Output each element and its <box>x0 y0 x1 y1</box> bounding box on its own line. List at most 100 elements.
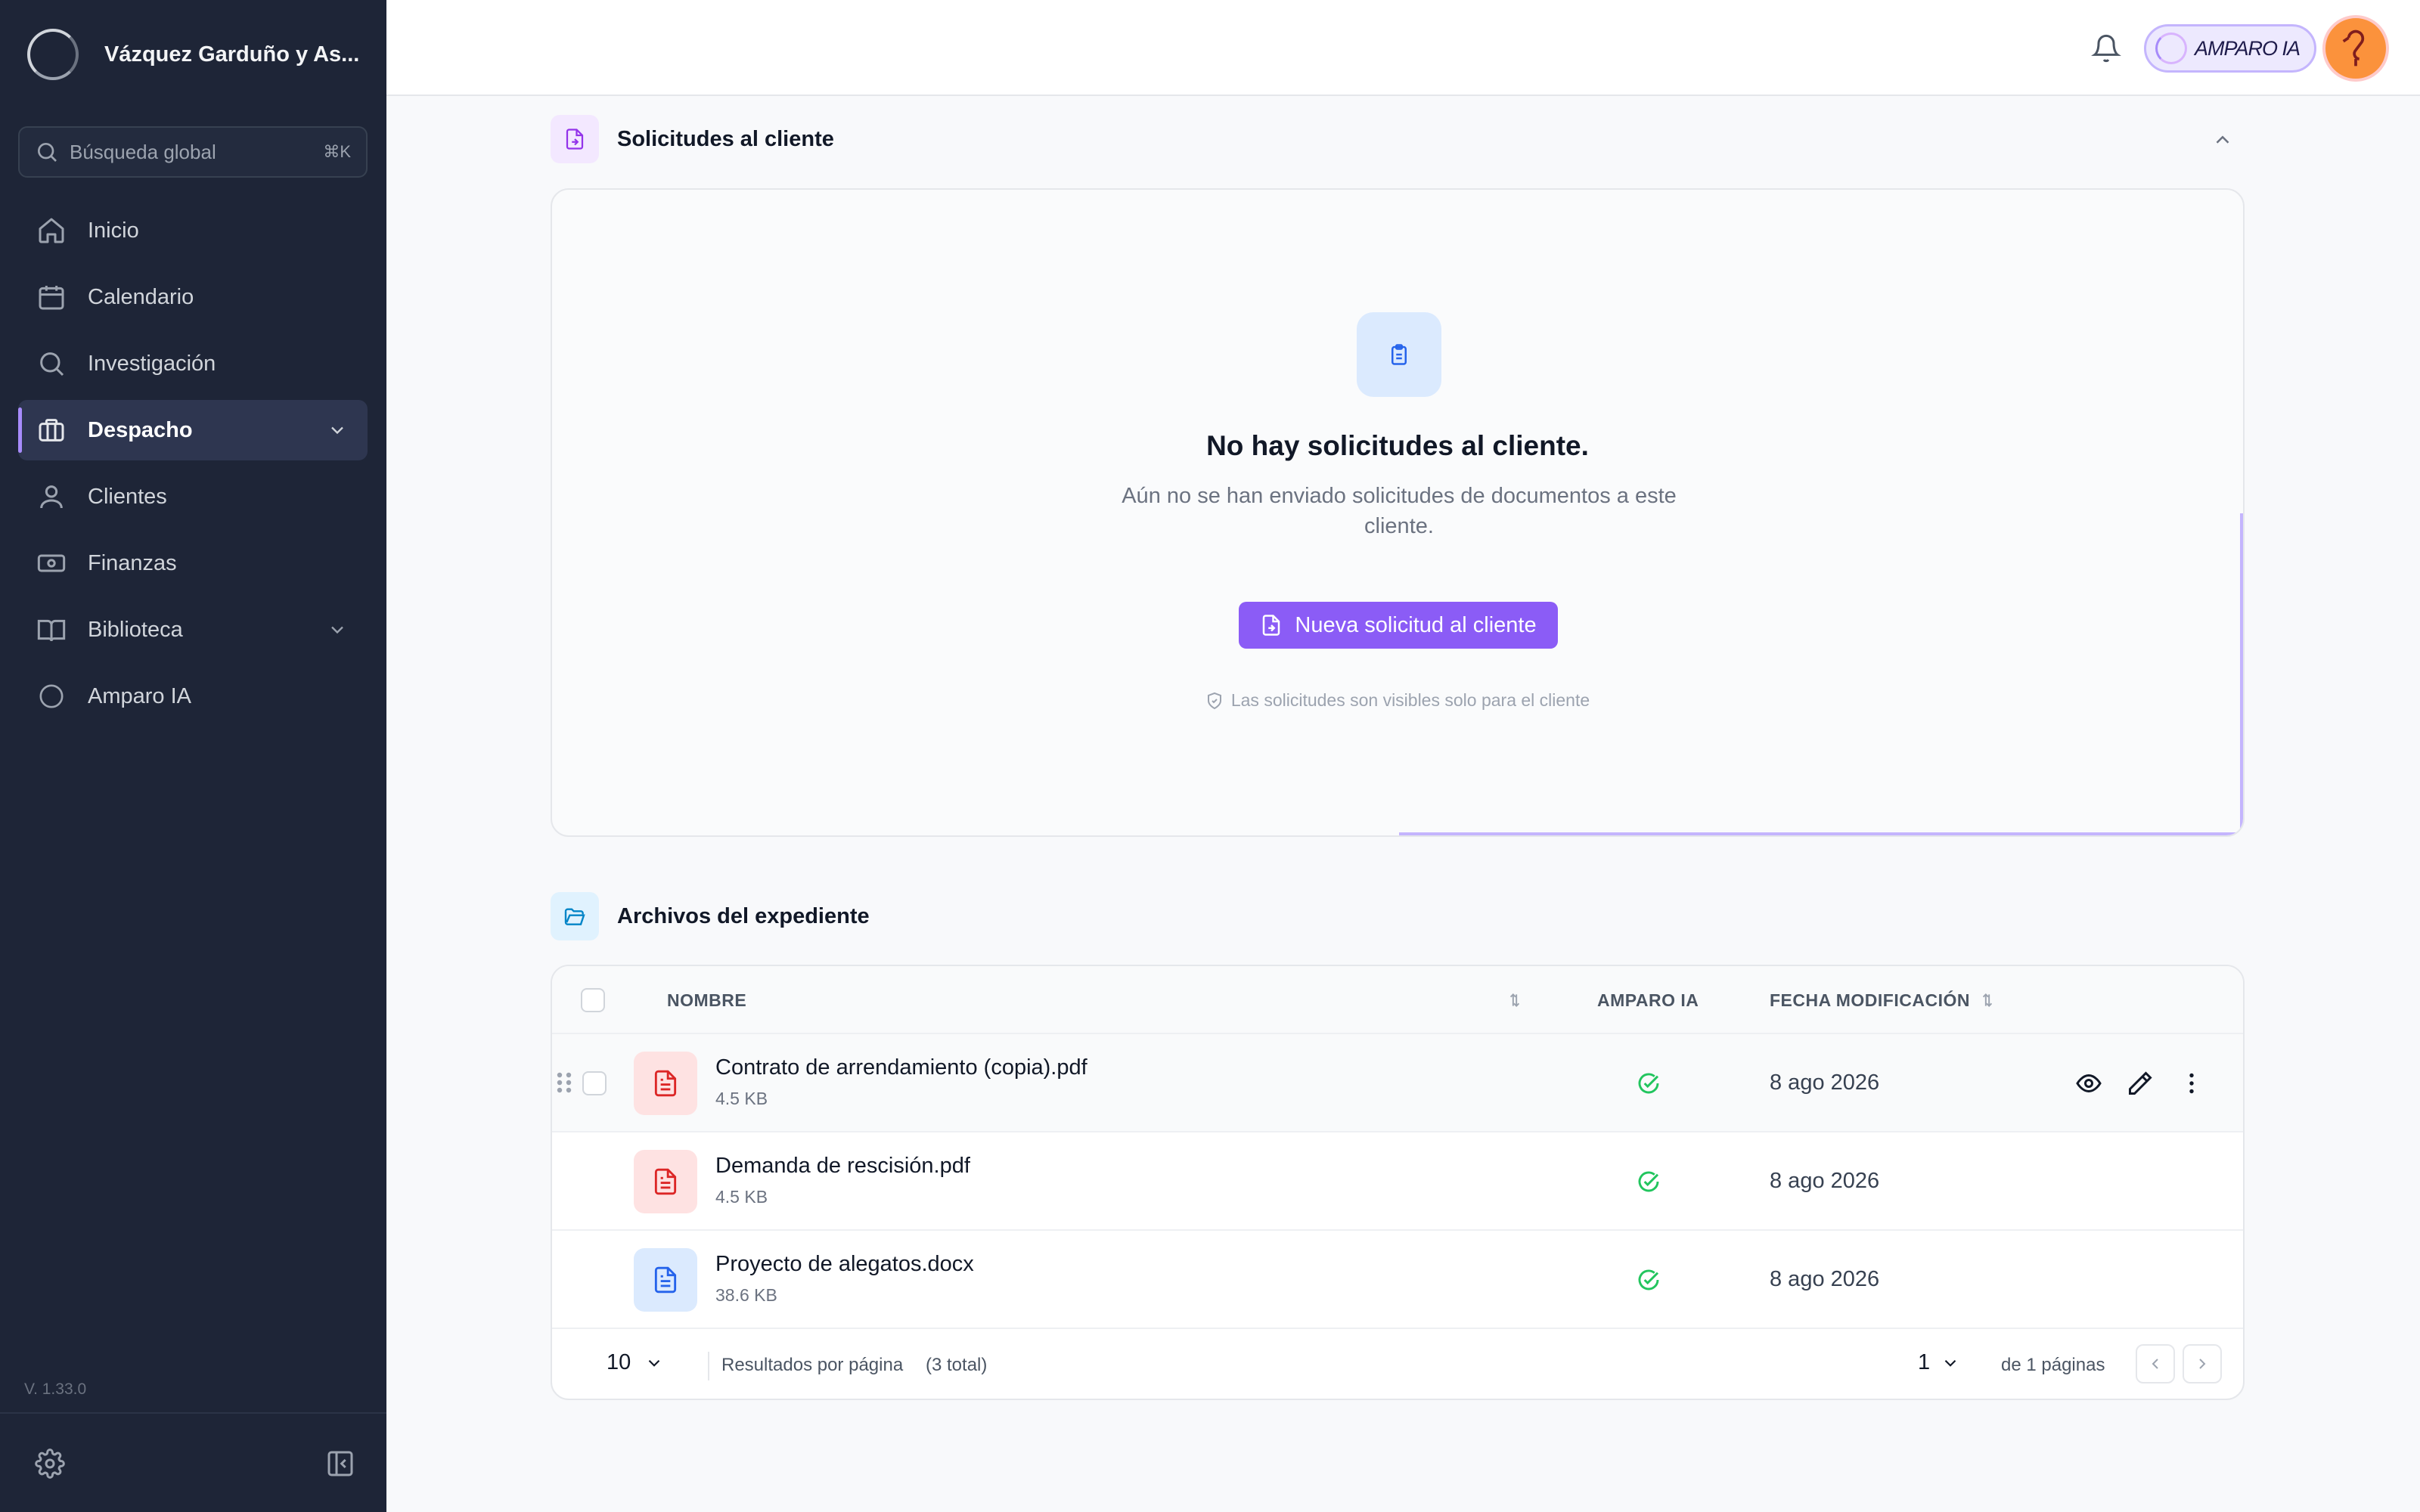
files-section-header: Archivos del expediente <box>551 892 870 940</box>
gear-icon[interactable] <box>35 1448 65 1479</box>
requests-empty-state: No hay solicitudes al cliente. Aún no se… <box>551 188 2245 837</box>
sidebar-item-calendario[interactable]: Calendario <box>18 267 368 327</box>
sidebar-item-finanzas[interactable]: Finanzas <box>18 533 368 593</box>
banknote-icon <box>37 554 66 572</box>
eye-icon[interactable] <box>2075 1070 2102 1097</box>
file-size: 4.5 KB <box>715 1187 768 1207</box>
files-title: Archivos del expediente <box>617 903 870 928</box>
empty-state-title: No hay solicitudes al cliente. <box>1206 430 1589 461</box>
sidebar-item-label: Amparo IA <box>88 683 191 708</box>
docx-file-icon <box>634 1248 697 1312</box>
brand[interactable]: Vázquez Garduño y As... <box>27 29 359 80</box>
clipboard-icon <box>1357 312 1441 397</box>
briefcase-icon <box>39 419 64 442</box>
check-circle-icon <box>1638 1073 1659 1094</box>
sort-icon[interactable] <box>1505 990 1525 1010</box>
column-header-modified-label: FECHA MODIFICACIÓN <box>1770 990 1970 1010</box>
search-shortcut: ⌘K <box>323 142 351 161</box>
pdf-file-icon <box>634 1052 697 1115</box>
sidebar-item-amparo-ia[interactable]: Amparo IA <box>18 666 368 727</box>
table-row[interactable]: Contrato de arrendamiento (copia).pdf 4.… <box>552 1034 2243 1132</box>
more-vertical-icon[interactable] <box>2178 1070 2205 1097</box>
file-date: 8 ago 2026 <box>1770 1267 1880 1291</box>
sidebar-item-label: Despacho <box>88 417 193 442</box>
sidebar-item-clientes[interactable]: Clientes <box>18 466 368 527</box>
file-request-icon <box>551 115 599 163</box>
new-request-button[interactable]: Nueva solicitud al cliente <box>1239 602 1558 649</box>
global-search-input[interactable]: Búsqueda global ⌘K <box>18 126 368 178</box>
card-accent-border <box>2240 513 2243 835</box>
app-version: V. 1.33.0 <box>24 1380 87 1398</box>
column-header-modified[interactable]: FECHA MODIFICACIÓN <box>1770 966 1997 1034</box>
chevron-left-icon <box>2152 1359 2158 1369</box>
shield-check-icon <box>1207 692 1221 709</box>
sort-icon[interactable] <box>1978 990 1997 1010</box>
file-size: 4.5 KB <box>715 1089 768 1108</box>
privacy-note: Las solicitudes son visibles solo para e… <box>552 690 2243 711</box>
sidebar: Vázquez Garduño y As... Búsqueda global … <box>0 0 386 1512</box>
chevron-down-icon[interactable] <box>327 619 348 640</box>
file-name[interactable]: Proyecto de alegatos.docx <box>715 1252 974 1277</box>
chevron-down-icon[interactable] <box>327 420 348 441</box>
sidebar-item-label: Investigación <box>88 351 216 376</box>
table-row[interactable]: Proyecto de alegatos.docx 38.6 KB 8 ago … <box>552 1231 2243 1329</box>
sidebar-item-label: Calendario <box>88 284 194 309</box>
sidebar-item-label: Inicio <box>88 218 139 243</box>
per-page-select[interactable]: 10 <box>607 1350 664 1375</box>
pencil-icon[interactable] <box>2127 1070 2154 1097</box>
pdf-file-icon <box>634 1150 697 1213</box>
calendar-icon <box>39 286 64 310</box>
file-size: 38.6 KB <box>715 1285 777 1305</box>
sidebar-item-investigacion[interactable]: Investigación <box>18 333 368 394</box>
avatar[interactable] <box>2322 15 2389 82</box>
file-name[interactable]: Demanda de rescisión.pdf <box>715 1154 970 1179</box>
prev-page-button[interactable] <box>2136 1344 2175 1383</box>
total-count: (3 total) <box>926 1355 988 1375</box>
sidebar-item-label: Finanzas <box>88 550 177 575</box>
per-page-value: 10 <box>607 1350 631 1374</box>
chevron-up-icon[interactable] <box>2211 129 2234 151</box>
sidebar-footer <box>0 1412 386 1512</box>
book-icon <box>37 619 66 642</box>
current-page: 1 <box>1918 1350 1931 1374</box>
check-circle-icon <box>1638 1269 1659 1290</box>
topbar: AMPARO IA <box>386 0 2420 96</box>
file-date: 8 ago 2026 <box>1770 1070 1880 1095</box>
folder-open-icon <box>551 892 599 940</box>
row-checkbox[interactable] <box>582 1071 607 1095</box>
drag-handle-icon[interactable] <box>554 1067 575 1098</box>
user-icon <box>40 485 63 509</box>
search-placeholder: Búsqueda global <box>70 140 216 163</box>
requests-title: Solicitudes al cliente <box>617 126 834 151</box>
amparo-ia-button[interactable]: AMPARO IA <box>2144 24 2316 73</box>
table-row[interactable]: Demanda de rescisión.pdf 4.5 KB 8 ago 20… <box>552 1132 2243 1231</box>
collapse-sidebar-icon[interactable] <box>325 1448 355 1479</box>
amparo-ring-icon <box>2155 33 2187 64</box>
sidebar-nav: Inicio Calendario Investigación Despacho… <box>18 200 368 733</box>
firm-name: Vázquez Garduño y As... <box>104 42 360 67</box>
chevron-down-icon <box>1944 1359 1956 1367</box>
next-page-button[interactable] <box>2183 1344 2222 1383</box>
column-header-amparo-ia: AMPARO IA <box>1597 990 1699 1010</box>
files-table: NOMBRE AMPARO IA FECHA MODIFICACIÓN Cont… <box>551 965 2245 1400</box>
check-circle-icon <box>1638 1171 1659 1192</box>
requests-section-header[interactable]: Solicitudes al cliente <box>551 115 834 163</box>
file-date: 8 ago 2026 <box>1770 1169 1880 1193</box>
file-name[interactable]: Contrato de arrendamiento (copia).pdf <box>715 1055 1087 1080</box>
amparo-ring-icon <box>39 684 64 708</box>
file-request-icon <box>1263 615 1280 636</box>
sidebar-item-biblioteca[interactable]: Biblioteca <box>18 600 368 660</box>
page-select[interactable]: 1 <box>1918 1350 1960 1375</box>
bell-icon[interactable] <box>2091 33 2121 64</box>
home-icon <box>39 218 64 243</box>
search-icon <box>40 352 64 376</box>
sidebar-item-label: Clientes <box>88 484 167 509</box>
sidebar-item-inicio[interactable]: Inicio <box>18 200 368 261</box>
sidebar-item-despacho[interactable]: Despacho <box>18 400 368 460</box>
sidebar-item-label: Biblioteca <box>88 617 183 642</box>
select-all-checkbox[interactable] <box>581 988 605 1012</box>
card-accent-border <box>1399 832 2243 835</box>
new-request-label: Nueva solicitud al cliente <box>1295 612 1537 637</box>
column-header-name[interactable]: NOMBRE <box>667 966 746 1034</box>
per-page-label: Resultados por página <box>721 1355 904 1375</box>
